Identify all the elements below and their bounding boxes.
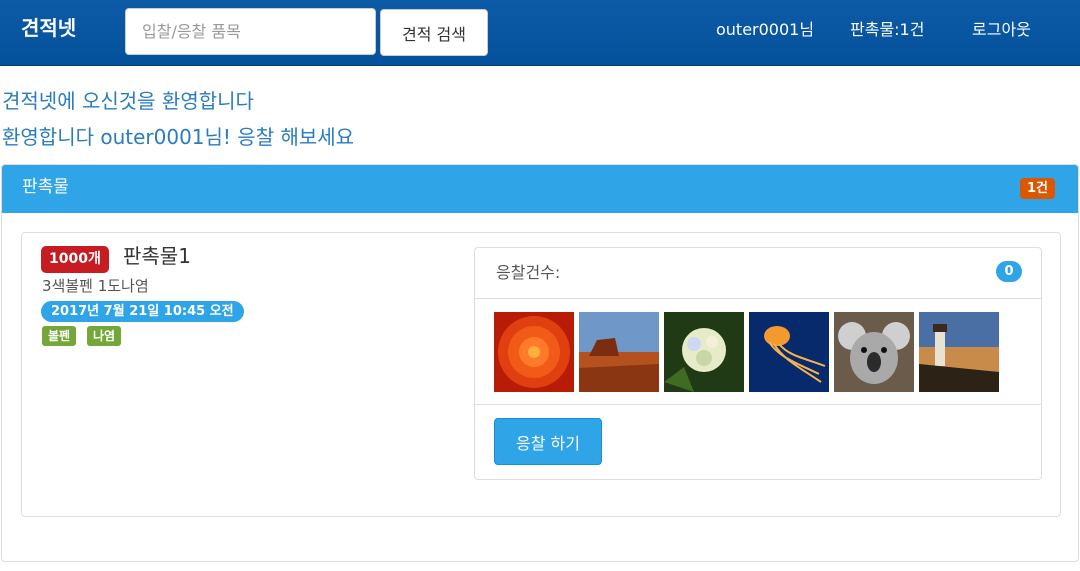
desert-image[interactable] [579, 312, 659, 392]
bid-button[interactable]: 응찰 하기 [494, 418, 602, 465]
welcome-message: 환영합니다 outer0001님! 응찰 해보세요 [2, 125, 355, 149]
search-button[interactable]: 견적 검색 [380, 9, 488, 56]
items-count-link[interactable]: 판촉물:1건 [850, 19, 924, 41]
panel-title: 판촉물 [22, 177, 69, 197]
divider [475, 404, 1041, 405]
tag-badge: 나염 [87, 326, 122, 346]
bid-count-label: 응찰건수: [496, 263, 561, 282]
bid-count-badge: 0 [996, 261, 1022, 282]
flower-image[interactable] [494, 312, 574, 392]
logout-link[interactable]: 로그아웃 [972, 19, 1031, 41]
koala-image[interactable] [834, 312, 914, 392]
hydrangea-image[interactable] [664, 312, 744, 392]
quantity-badge: 1000개 [41, 246, 109, 273]
count-badge: 1건 [1020, 178, 1056, 199]
divider [475, 298, 1041, 299]
jellyfish-image[interactable] [749, 312, 829, 392]
bid-panel: 응찰건수: 0 응찰 하기 [474, 247, 1042, 480]
user-link[interactable]: outer0001님 [716, 19, 814, 41]
date-badge: 2017년 7월 21일 10:45 오전 [41, 301, 244, 322]
welcome-heading: 견적넷에 오신것을 환영합니다 [2, 89, 254, 113]
item-name: 판촉물1 [123, 244, 191, 268]
search-input[interactable] [125, 8, 376, 55]
panel-heading: 판촉물 1건 [2, 165, 1078, 213]
item-description: 3색볼펜 1도나염 [42, 277, 149, 295]
top-navbar: 견적넷 견적 검색 outer0001님 판촉물:1건 로그아웃 [0, 0, 1080, 66]
brand-logo[interactable]: 견적넷 [21, 14, 76, 42]
tag-badge: 볼펜 [42, 326, 77, 346]
lighthouse-image[interactable] [919, 312, 999, 392]
item-card: 1000개 판촉물1 3색볼펜 1도나염 2017년 7월 21일 10:45 … [21, 232, 1061, 517]
items-panel: 판촉물 1건 1000개 판촉물1 3색볼펜 1도나염 2017년 7월 21일… [1, 164, 1079, 562]
